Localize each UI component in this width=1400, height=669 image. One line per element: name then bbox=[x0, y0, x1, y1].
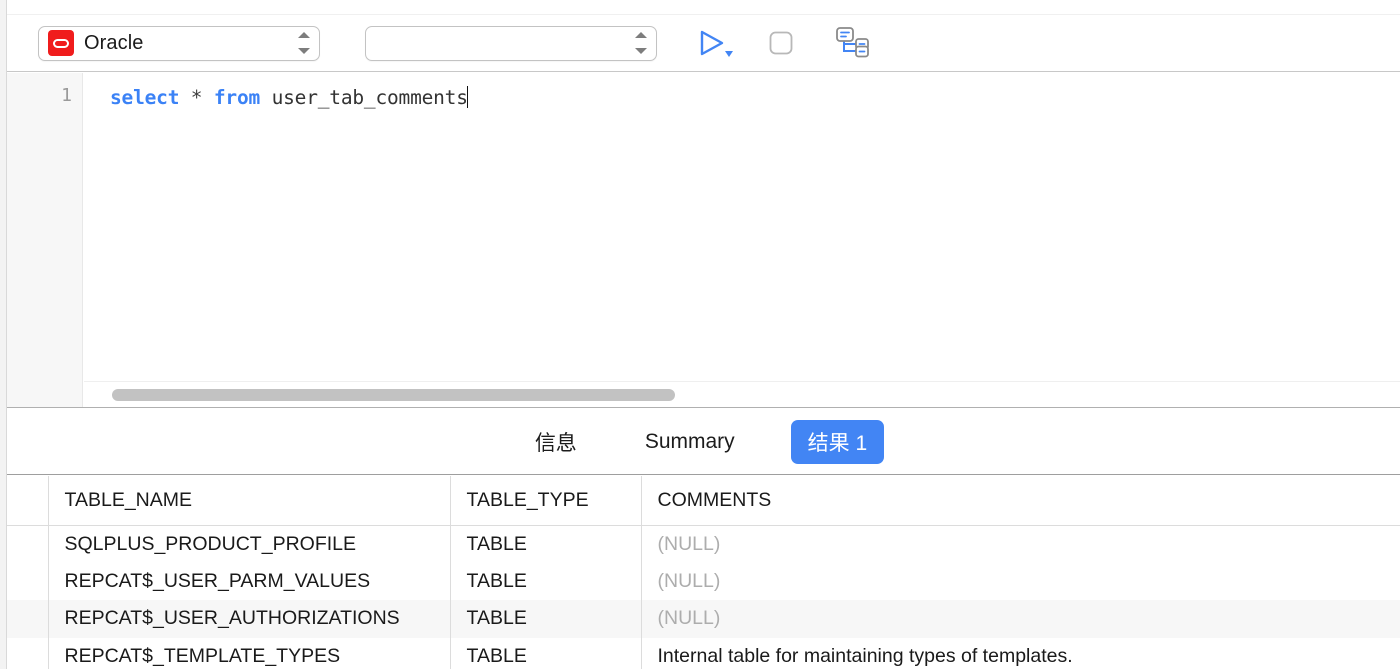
sql-keyword-select: select bbox=[110, 86, 180, 109]
structure-view-button[interactable] bbox=[833, 25, 873, 61]
oracle-logo-icon bbox=[48, 30, 74, 56]
line-number: 1 bbox=[61, 85, 72, 106]
cell-table-type[interactable]: TABLE bbox=[449, 637, 641, 669]
row-number-header bbox=[7, 476, 49, 526]
cell-comments[interactable]: (NULL) bbox=[640, 562, 1400, 600]
chevron-updown-icon[interactable] bbox=[297, 32, 310, 54]
sql-table-identifier: user_tab_comments bbox=[260, 86, 468, 109]
row-gutter-cell[interactable] bbox=[7, 562, 49, 600]
database-selector[interactable]: Oracle bbox=[38, 25, 320, 61]
tab-info[interactable]: 信息 bbox=[523, 421, 589, 463]
window-edge-strip bbox=[0, 0, 7, 669]
sql-star-operator: * bbox=[179, 86, 214, 109]
cell-table-name[interactable]: SQLPLUS_PRODUCT_PROFILE bbox=[48, 525, 450, 563]
cell-comments[interactable]: Internal table for maintaining types of … bbox=[640, 637, 1400, 669]
table-row[interactable]: SQLPLUS_PRODUCT_PROFILE TABLE (NULL) bbox=[7, 525, 1400, 563]
result-grid[interactable]: TABLE_NAME TABLE_TYPE COMMENTS SQLPLUS_P… bbox=[7, 476, 1400, 669]
table-header-row: TABLE_NAME TABLE_TYPE COMMENTS bbox=[7, 476, 1400, 526]
row-gutter-cell[interactable] bbox=[7, 600, 49, 638]
stop-query-button[interactable] bbox=[764, 26, 798, 60]
tree-structure-icon bbox=[836, 27, 869, 58]
tab-summary[interactable]: Summary bbox=[633, 424, 747, 460]
result-tab-bar: 信息 Summary 结果 1 bbox=[7, 409, 1400, 475]
sql-client-window: Oracle 1 select * from user_tab_comments… bbox=[0, 0, 1400, 669]
cell-comments[interactable]: (NULL) bbox=[640, 600, 1400, 638]
cell-table-name[interactable]: REPCAT$_TEMPLATE_TYPES bbox=[48, 638, 450, 669]
cell-table-name[interactable]: REPCAT$_USER_PARM_VALUES bbox=[48, 563, 450, 601]
play-triangle-icon bbox=[700, 30, 733, 57]
table-body: SQLPLUS_PRODUCT_PROFILE TABLE (NULL) REP… bbox=[7, 525, 1400, 669]
table-row[interactable]: REPCAT$_USER_AUTHORIZATIONS TABLE (NULL) bbox=[7, 600, 1400, 638]
cell-comments[interactable]: (NULL) bbox=[640, 525, 1400, 563]
sql-code-line[interactable]: select * from user_tab_comments bbox=[110, 85, 469, 111]
sql-keyword-from: from bbox=[213, 86, 261, 109]
editor-horizontal-scrollbar[interactable] bbox=[84, 381, 1400, 407]
tab-result-1[interactable]: 结果 1 bbox=[790, 419, 885, 464]
run-query-button[interactable] bbox=[692, 26, 736, 60]
text-cursor bbox=[466, 86, 469, 108]
cell-table-type[interactable]: TABLE bbox=[449, 525, 641, 563]
sql-editor[interactable]: 1 select * from user_tab_comments bbox=[7, 73, 1400, 408]
cell-table-type[interactable]: TABLE bbox=[449, 600, 641, 638]
toolbar: Oracle bbox=[7, 15, 1400, 72]
row-gutter-cell[interactable] bbox=[7, 525, 49, 563]
column-header-comments[interactable]: COMMENTS bbox=[640, 476, 1400, 526]
database-selector-value: Oracle bbox=[84, 31, 144, 54]
chevron-updown-icon[interactable] bbox=[634, 32, 647, 54]
row-gutter-cell[interactable] bbox=[7, 637, 49, 669]
table-row[interactable]: REPCAT$_TEMPLATE_TYPES TABLE Internal ta… bbox=[7, 637, 1400, 669]
editor-gutter: 1 bbox=[7, 73, 83, 407]
scrollbar-thumb[interactable] bbox=[112, 389, 675, 401]
column-header-table-type[interactable]: TABLE_TYPE bbox=[449, 476, 641, 526]
cell-table-name[interactable]: REPCAT$_USER_AUTHORIZATIONS bbox=[48, 600, 450, 638]
table-row[interactable]: REPCAT$_USER_PARM_VALUES TABLE (NULL) bbox=[7, 562, 1400, 601]
schema-selector[interactable] bbox=[365, 25, 657, 61]
stop-square-icon bbox=[769, 31, 793, 55]
column-header-table-name[interactable]: TABLE_NAME bbox=[48, 476, 450, 526]
cell-table-type[interactable]: TABLE bbox=[449, 562, 641, 600]
